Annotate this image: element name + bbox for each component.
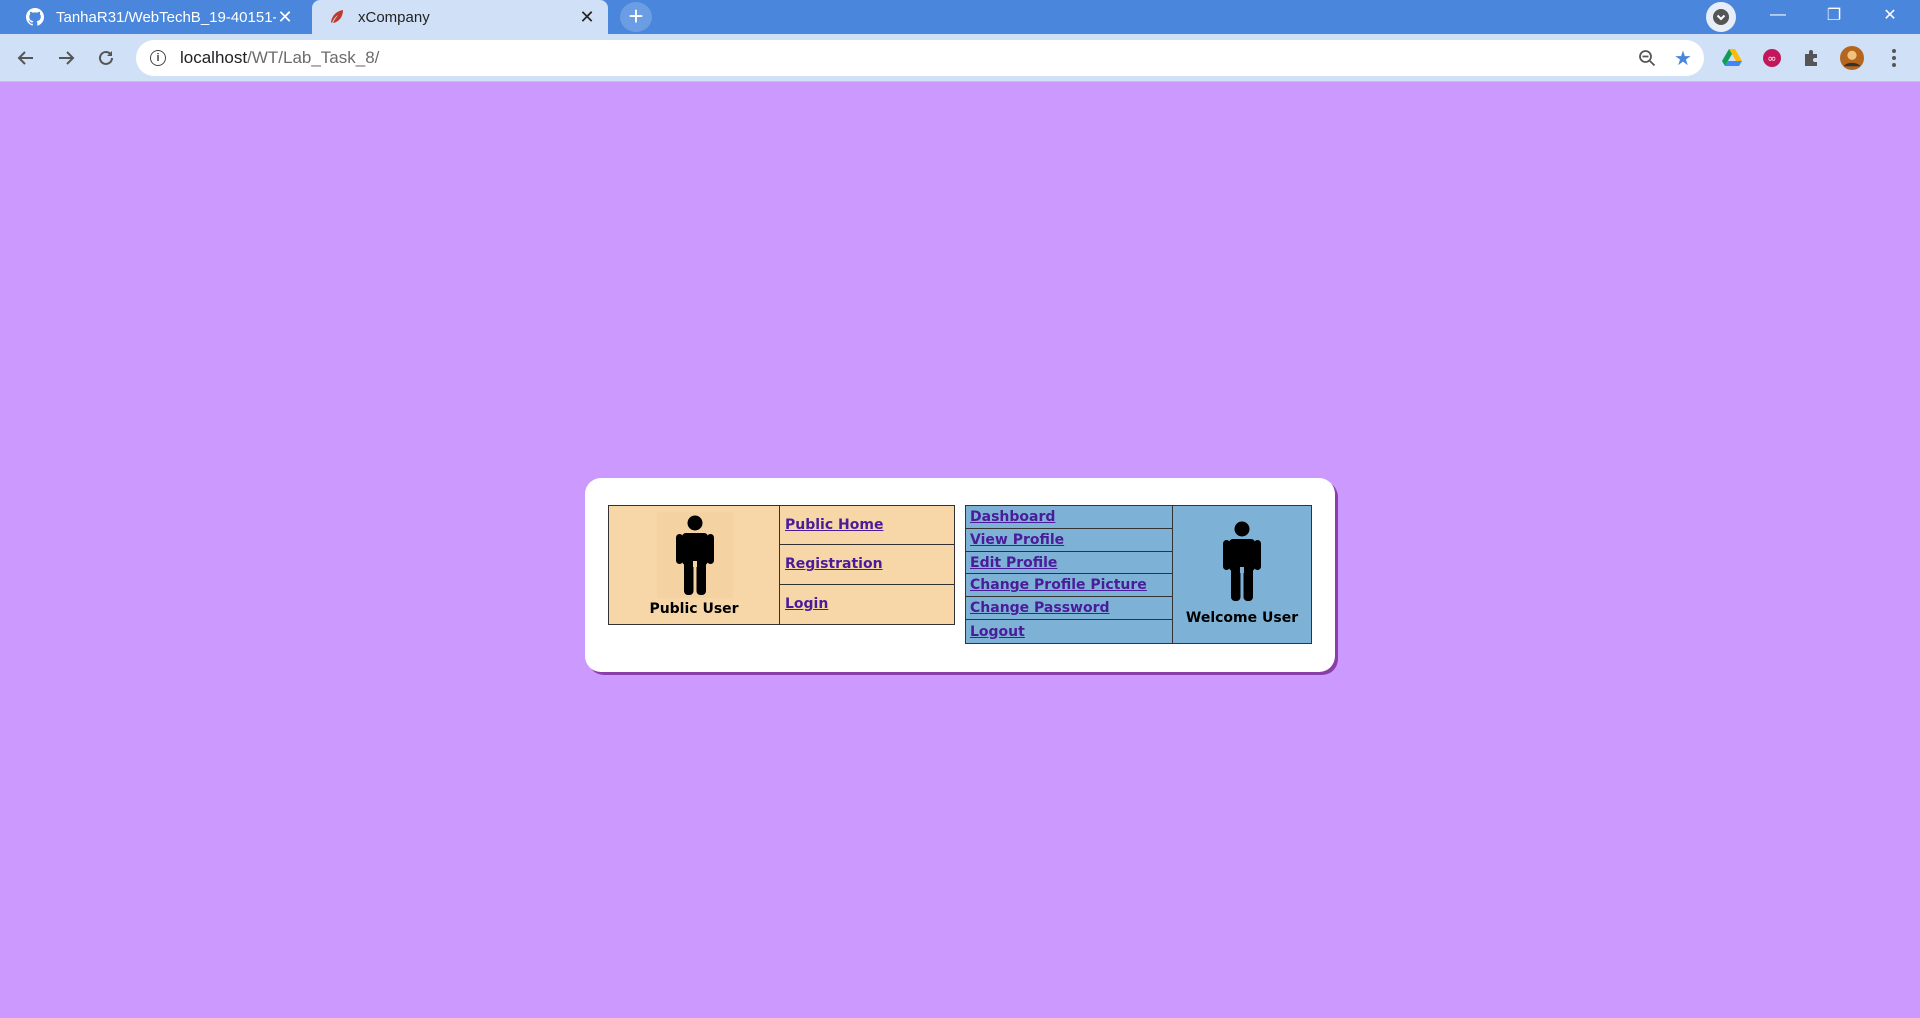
dashboard-link[interactable]: Dashboard bbox=[970, 509, 1055, 525]
minimize-button[interactable]: — bbox=[1750, 0, 1806, 30]
browser-toolbar: i localhost/WT/Lab_Task_8/ ★ ∞ bbox=[0, 34, 1920, 82]
close-tab-icon[interactable]: ✕ bbox=[276, 7, 294, 27]
list-item: Edit Profile bbox=[966, 552, 1172, 575]
person-icon bbox=[657, 512, 733, 598]
restore-button[interactable]: ❐ bbox=[1806, 0, 1862, 30]
public-user-cell: Public User bbox=[609, 506, 780, 624]
close-window-button[interactable]: ✕ bbox=[1862, 0, 1918, 30]
reload-button[interactable] bbox=[90, 42, 122, 74]
list-item: Dashboard bbox=[966, 506, 1172, 529]
tab-title: xCompany bbox=[358, 8, 430, 26]
list-item: Login bbox=[780, 585, 954, 624]
feather-icon bbox=[328, 8, 346, 26]
welcome-user-caption: Welcome User bbox=[1185, 610, 1299, 626]
bookmark-star-icon[interactable]: ★ bbox=[1668, 43, 1698, 73]
url-text: localhost/WT/Lab_Task_8/ bbox=[180, 48, 380, 67]
site-info-icon[interactable]: i bbox=[150, 50, 166, 66]
address-bar[interactable]: i localhost/WT/Lab_Task_8/ ★ bbox=[136, 40, 1704, 76]
public-user-caption: Public User bbox=[649, 601, 739, 617]
change-profile-picture-link[interactable]: Change Profile Picture bbox=[970, 577, 1147, 593]
list-item: Public Home bbox=[780, 506, 954, 546]
list-item: Change Profile Picture bbox=[966, 574, 1172, 598]
extensions-puzzle-icon[interactable] bbox=[1800, 46, 1824, 70]
menu-kebab-icon[interactable] bbox=[1882, 46, 1906, 70]
forward-button[interactable] bbox=[50, 42, 82, 74]
logout-link[interactable]: Logout bbox=[970, 624, 1025, 640]
infinity-extension-icon[interactable]: ∞ bbox=[1760, 46, 1784, 70]
close-tab-icon[interactable]: ✕ bbox=[578, 7, 596, 27]
change-password-link[interactable]: Change Password bbox=[970, 600, 1110, 616]
google-drive-icon[interactable] bbox=[1720, 46, 1744, 70]
edit-profile-link[interactable]: Edit Profile bbox=[970, 555, 1057, 571]
list-item: Registration bbox=[780, 545, 954, 585]
new-tab-button[interactable]: + bbox=[620, 2, 652, 32]
user-menu-table: Dashboard View Profile Edit Profile Chan… bbox=[965, 505, 1312, 644]
tab-search-button[interactable] bbox=[1706, 2, 1736, 32]
welcome-user-cell: Welcome User bbox=[1173, 506, 1311, 643]
list-item: Logout bbox=[966, 620, 1172, 643]
list-item: View Profile bbox=[966, 529, 1172, 552]
chevron-down-icon bbox=[1713, 9, 1729, 25]
svg-text:∞: ∞ bbox=[1767, 52, 1776, 65]
tab-title: TanhaR31/WebTechB_19-40151-1 bbox=[56, 8, 276, 26]
view-profile-link[interactable]: View Profile bbox=[970, 532, 1064, 548]
registration-link[interactable]: Registration bbox=[785, 556, 883, 572]
public-links: Public Home Registration Login bbox=[780, 506, 954, 624]
public-home-link[interactable]: Public Home bbox=[785, 517, 883, 533]
user-links: Dashboard View Profile Edit Profile Chan… bbox=[966, 506, 1173, 643]
public-user-table: Public User Public Home Registration Log… bbox=[608, 505, 955, 625]
tab-strip: TanhaR31/WebTechB_19-40151-1 ✕ xCompany … bbox=[0, 0, 1920, 34]
zoom-icon[interactable] bbox=[1632, 43, 1662, 73]
avatar[interactable] bbox=[1840, 46, 1864, 70]
github-icon bbox=[26, 8, 44, 26]
back-button[interactable] bbox=[10, 42, 42, 74]
list-item: Change Password bbox=[966, 597, 1172, 621]
tab-xcompany[interactable]: xCompany ✕ bbox=[312, 0, 608, 34]
forward-arrow-icon bbox=[59, 51, 75, 65]
back-arrow-icon bbox=[17, 51, 33, 65]
person-icon bbox=[1208, 518, 1276, 604]
tab-github[interactable]: TanhaR31/WebTechB_19-40151-1 ✕ bbox=[10, 0, 306, 34]
login-link[interactable]: Login bbox=[785, 596, 828, 612]
reload-icon bbox=[99, 50, 113, 65]
